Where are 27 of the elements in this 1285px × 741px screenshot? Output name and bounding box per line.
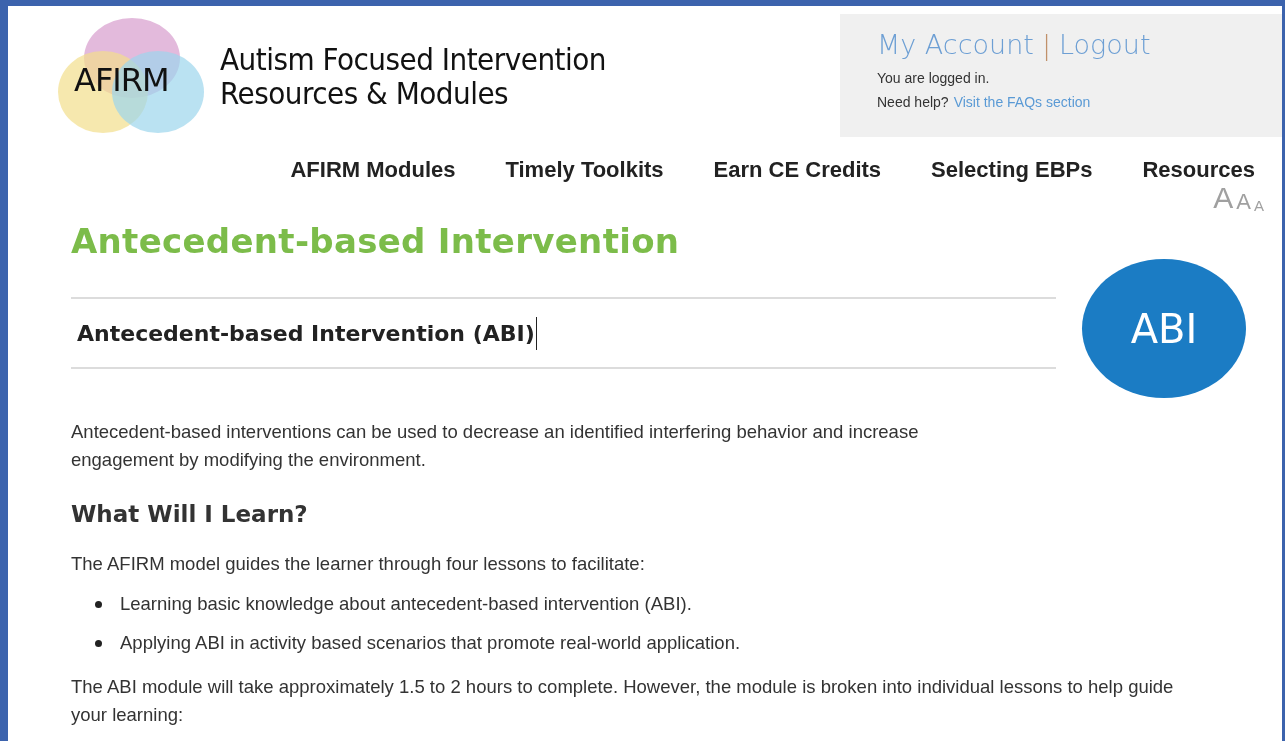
module-badge: ABI [1082,259,1246,398]
text-size-button[interactable]: A [1236,191,1251,213]
bullet-text: Applying ABI in activity based scenarios that promote real-world application. [120,631,741,655]
text-size-button[interactable]: A [1213,183,1234,213]
nav-link[interactable]: Timely Toolkits [505,155,664,185]
logo-circles-icon [58,17,206,134]
nav-link[interactable]: AFIRM Modules [290,155,456,185]
logo-text: AFIRM [74,63,169,96]
page-title: Antecedent-based Intervention [71,221,681,261]
site-title: Autism Focused Intervention [220,41,606,76]
section-heading: What Will I Learn? [71,500,309,528]
nav-link[interactable]: Earn CE Credits [713,155,882,185]
module-title: Antecedent-based Intervention (ABI) [77,316,537,350]
login-status: You are logged in. [877,69,991,88]
text-size-button[interactable]: A [1254,198,1264,213]
my-account-link[interactable]: My Account [877,28,1034,62]
separator: | [1041,28,1051,62]
lead-paragraph: The AFIRM model guides the learner through four lessons to facilitate: [71,552,646,576]
intro-paragraph: Antecedent-based interventions can be used to decrease an identified interfering behavior and increase engagement by modifying the environment. [71,420,920,472]
logout-link[interactable]: Logout [1059,28,1151,62]
closing-paragraph: The ABI module will take approximately 1.5 to 2 hours to complete. However, the module is broken into individual lessons to help guide your learning: [71,675,1175,727]
nav-link[interactable]: Selecting EBPs [931,155,1093,185]
faq-link[interactable]: Visit the FAQs section [953,92,1091,113]
nav-link[interactable]: Resources [1142,155,1255,185]
help-text: Need help? [877,93,949,112]
site-title: Resources & Modules [220,75,510,110]
bullet-text: Learning basic knowledge about antecedent-based intervention (ABI). [120,592,692,616]
